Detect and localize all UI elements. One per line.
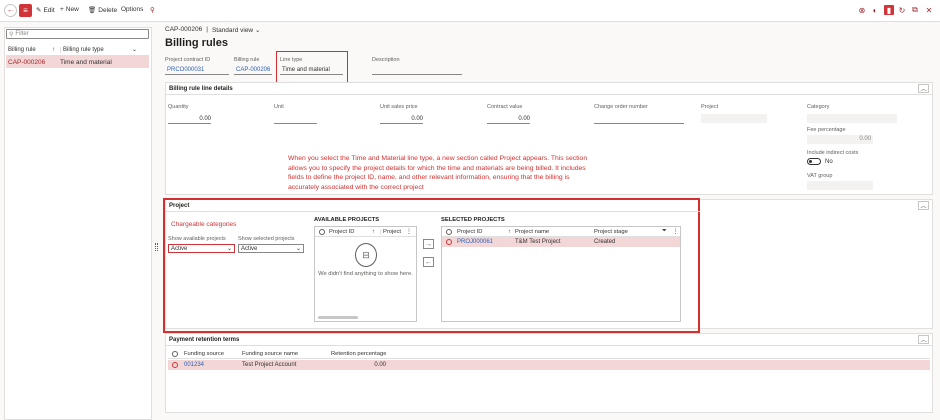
chevron-down-icon: ⌄ (226, 246, 232, 252)
remove-project-button[interactable]: ← (423, 257, 434, 267)
table-row[interactable]: 001234 Test Project Account 0.00 (168, 360, 930, 370)
vertical-scrollbar[interactable] (934, 24, 939, 418)
chevron-down-icon: ⌄ (295, 246, 301, 252)
section-heading[interactable]: Payment retention terms (169, 337, 239, 343)
column-header-billing-rule[interactable]: Billing rule (6, 47, 52, 53)
change-order-number-field[interactable]: Change order number (594, 104, 684, 124)
select-all-radio[interactable] (446, 228, 452, 235)
trash-icon: 🗑 (88, 7, 97, 14)
available-projects-grid: Project ID ↑ Project ⋮ ⊟ We didn't find … (314, 226, 417, 322)
breadcrumb: CAP-000206 | Standard view ⌄ (165, 26, 261, 34)
divider (165, 211, 700, 212)
attachment-icon[interactable]: ▮ (884, 5, 894, 15)
line-type-field[interactable]: Line type Time and material (280, 57, 343, 75)
pencil-icon: ✎ (36, 7, 42, 14)
pane-splitter[interactable] (155, 243, 158, 251)
options-button[interactable]: Options (121, 6, 143, 13)
project-contract-id-field[interactable]: Project contract ID PRCO000031 (165, 57, 229, 75)
selected-projects-title: SELECTED PROJECTS (441, 217, 505, 223)
list-item[interactable]: CAP-000206 Time and material (6, 56, 149, 68)
horizontal-scrollbar[interactable] (318, 316, 358, 319)
add-project-button[interactable]: → (423, 239, 434, 249)
billing-rule-field[interactable]: Billing rule CAP-000206 (234, 57, 272, 75)
divider (165, 94, 933, 95)
selected-projects-grid: Project ID ↑ Project name Project stage … (441, 226, 681, 322)
popout-icon[interactable]: ⧉ (910, 5, 920, 15)
page-title: Billing rules (165, 37, 228, 49)
chargeable-categories-link[interactable]: Chargeable categories (171, 221, 236, 228)
plus-icon: + (60, 6, 64, 13)
chevron-up-icon[interactable]: ︿ (918, 201, 929, 210)
quantity-field[interactable]: Quantity 0.00 (168, 104, 211, 124)
show-selected-projects-select[interactable]: Active ⌄ (238, 244, 304, 253)
project-field: Project (701, 104, 767, 123)
row-select-radio[interactable] (172, 362, 178, 368)
list-header: Billing rule ↑ Billing rule type ⌄ (6, 44, 149, 56)
sort-icon: ↑ (52, 46, 55, 53)
category-field: Category (807, 104, 897, 123)
contract-value-field[interactable]: Contract value 0.00 (487, 104, 530, 124)
grid-header: Funding source Funding source name Reten… (168, 349, 930, 359)
grid-header: Project ID ↑ Project name Project stage … (442, 227, 680, 237)
filter-icon[interactable]: ⏷ (662, 228, 667, 235)
description-field[interactable]: Description (372, 57, 462, 75)
sort-icon: ↑ (372, 228, 375, 235)
vat-group-field: VAT group (807, 173, 873, 190)
annotation-text: When you select the Time and Material li… (288, 155, 588, 191)
divider (165, 345, 933, 346)
section-heading[interactable]: Billing rule line details (169, 86, 233, 92)
table-row[interactable]: PROJ000061 T&M Test Project Created (442, 237, 680, 247)
search-icon: ⚲ (9, 31, 14, 38)
view-selector[interactable]: Standard view ⌄ (212, 26, 260, 34)
show-selected-projects-field[interactable]: Show selected projects Active ⌄ (238, 236, 304, 253)
edit-button[interactable]: ✎ Edit (36, 6, 55, 15)
chevron-down-icon: ⌄ (254, 27, 261, 34)
available-projects-title: AVAILABLE PROJECTS (314, 217, 380, 223)
navigation-list-pane (4, 27, 152, 420)
link-icon[interactable]: ⊗ (857, 5, 867, 15)
column-header-billing-rule-type[interactable]: Billing rule type (60, 46, 132, 53)
new-button[interactable]: + New (60, 6, 79, 13)
more-icon[interactable]: ⋮ (406, 229, 412, 235)
select-all-radio[interactable] (172, 350, 178, 357)
toggle-switch[interactable] (807, 158, 821, 165)
empty-state-icon: ⊟ (355, 243, 377, 267)
office-icon[interactable]: ◐ (870, 5, 880, 15)
include-indirect-costs-field[interactable]: Include indirect costs No (807, 150, 887, 165)
row-select-radio[interactable] (446, 239, 452, 245)
refresh-icon[interactable]: ↻ (897, 5, 907, 15)
delete-button[interactable]: 🗑 Delete (88, 6, 117, 15)
grid-header: Project ID ↑ Project ⋮ (315, 227, 416, 237)
select-all-radio[interactable] (319, 228, 325, 235)
unit-sales-price-field[interactable]: Unit sales price 0.00 (380, 104, 423, 124)
more-icon[interactable]: ⋮ (673, 229, 679, 235)
sort-icon: ↑ (508, 228, 511, 235)
back-icon[interactable]: ← (4, 4, 17, 17)
hamburger-menu-icon[interactable]: ≡ (19, 4, 32, 17)
show-available-projects-select[interactable]: Active ⌄ (168, 244, 235, 253)
section-heading[interactable]: Project (169, 203, 189, 209)
chevron-up-icon[interactable]: ︿ (918, 84, 929, 93)
show-available-projects-field[interactable]: Show available projects Active ⌄ (168, 236, 235, 253)
chevron-up-icon[interactable]: ︿ (918, 335, 929, 344)
fee-percentage-field: Fee percentage 0.00 (807, 127, 873, 144)
filter-input[interactable]: ⚲ Filter (6, 29, 149, 39)
unit-field[interactable]: Unit (274, 104, 317, 124)
close-icon[interactable]: ✕ (924, 5, 934, 15)
chevron-down-icon[interactable]: ⌄ (132, 46, 137, 53)
search-icon[interactable]: ⚲ (150, 6, 155, 14)
